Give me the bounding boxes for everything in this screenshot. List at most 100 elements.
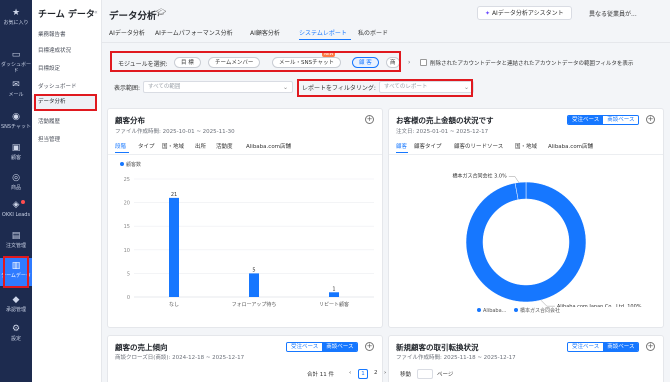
toggle-order-basis[interactable]: 受注ベース — [568, 116, 604, 124]
module-pill-goals[interactable]: 目 標 — [174, 57, 201, 68]
basis-toggle: 受注ベース 商談ベース — [567, 115, 640, 125]
active-tab-indicator — [115, 152, 129, 153]
deleted-accounts-checkbox[interactable] — [420, 59, 427, 66]
ctab-alibaba-store[interactable]: Alibaba.com店舗 — [246, 142, 291, 150]
sidebar-item-data-analysis[interactable]: データ分析 — [32, 95, 96, 109]
card-title: 顧客分布 — [115, 116, 145, 125]
card-subtitle: 商談クローズ日(商談): 2024-12-18 ~ 2025-12-17 — [115, 355, 245, 361]
jump-input[interactable] — [417, 369, 433, 379]
sidebar-item-goal-status[interactable]: 目標達成状況 — [38, 46, 71, 54]
rail-item-products[interactable]: ◎ 商品 — [0, 173, 32, 191]
product-icon: ◎ — [12, 173, 20, 183]
ctab-lead-source[interactable]: 顧客のリードソース — [454, 142, 503, 150]
tab-ai-customer-analysis[interactable]: AI顧客分析 — [250, 28, 280, 37]
bar-value-label: 5 — [252, 267, 255, 273]
graduation-cap-icon[interactable]: 🎓︎ — [156, 8, 166, 17]
message-icon: ▭ — [11, 50, 21, 60]
more-icon[interactable]: + — [646, 115, 655, 124]
y-tick-label: 0 — [127, 295, 130, 301]
page-title: データ分析 — [109, 11, 157, 22]
sidebar-title: チーム データ — [38, 10, 95, 20]
ctab-type[interactable]: タイプ — [138, 142, 155, 150]
bar — [249, 273, 259, 297]
module-pill-team-members[interactable]: チームメンバー — [208, 57, 261, 68]
rail-item-mail[interactable]: ✉ メール — [0, 80, 32, 98]
card-title: お客様の売上金額の状況です — [396, 116, 494, 125]
rail-item-favorites[interactable]: ★ お気に入り — [0, 8, 32, 26]
order-icon: ▤ — [11, 231, 21, 241]
prev-page-icon[interactable]: ‹ — [349, 370, 351, 376]
page-1[interactable]: 1 — [358, 369, 368, 379]
ai-assistant-button[interactable]: ✦ AIデータ分析アシスタント — [477, 6, 572, 20]
rail-item-sns-chat[interactable]: ◉ SNSチャット — [0, 112, 32, 130]
bar-value-label: 21 — [171, 192, 177, 198]
bar — [329, 292, 339, 297]
active-tab-indicator — [299, 39, 351, 40]
scope-select[interactable]: すべての範囲 ⌄ — [143, 81, 293, 93]
donut-legend: Alibaba... 橋本ガス合同会社 — [477, 307, 560, 314]
more-icon[interactable]: + — [365, 342, 374, 351]
tab-my-board[interactable]: 私のボード — [358, 28, 388, 37]
ctab-stage[interactable]: 段階 — [115, 142, 126, 150]
next-page-icon[interactable]: › — [384, 370, 386, 376]
customer-icon: ▣ — [11, 143, 21, 153]
rail-item-okki-leads[interactable]: ◈ OKKI Leads — [0, 200, 32, 218]
ctab-alibaba-store[interactable]: Alibaba.com店舗 — [548, 142, 593, 150]
legend-swatch — [120, 162, 124, 166]
card-subtitle: 注文日: 2025-01-01 ~ 2025-12-17 — [396, 129, 489, 135]
app-rail: ★ お気に入り ▭ ダッシュボード ✉ メール ◉ SNSチャット ▣ 顧客 ◎… — [0, 0, 32, 382]
module-pill-products[interactable]: 商 — [386, 57, 400, 68]
collapse-icon[interactable]: « — [94, 9, 98, 16]
more-icon[interactable]: + — [365, 115, 374, 124]
toggle-deal-basis[interactable]: 商談ベース — [603, 343, 639, 351]
legend-swatch — [514, 308, 519, 312]
ctab-source[interactable]: 出所 — [195, 142, 206, 150]
basis-toggle: 受注ベース 商談ベース — [567, 342, 640, 352]
employee-selector[interactable]: 異なる従業員が... — [589, 9, 637, 18]
filter-bar: モジュールを選択: 目 標 チームメンバー メール・SNSチャット NEW 顧 … — [107, 51, 665, 103]
tab-ai-data-analysis[interactable]: AIデータ分析 — [109, 28, 145, 37]
x-tick-label: なし — [169, 301, 179, 308]
toggle-deal-basis[interactable]: 商談ベース — [322, 343, 358, 351]
sidebar-item-goal-settings[interactable]: 目標設定 — [38, 64, 60, 72]
report-filter-select[interactable]: すべてのレポート ⌄ — [379, 81, 474, 93]
card-title: 新規顧客の取引転換状況 — [396, 343, 479, 352]
divider — [389, 154, 663, 155]
y-tick-label: 5 — [127, 271, 130, 277]
sidebar-item-assignment[interactable]: 担当管理 — [38, 135, 60, 143]
more-icon[interactable]: + — [646, 342, 655, 351]
pagination: 合計 11 件 ‹ 1 2 › 移動 ページ — [307, 369, 467, 380]
ctab-customer[interactable]: 顧客 — [396, 142, 407, 150]
mail-icon: ✉ — [12, 80, 20, 90]
module-pill-mail-sns[interactable]: メール・SNSチャット — [272, 57, 342, 68]
sidebar-item-business-report[interactable]: 業務報告書 — [38, 30, 66, 38]
chevron-down-icon: ⌄ — [463, 84, 469, 91]
tab-system-report[interactable]: システムレポート — [299, 28, 347, 37]
ctab-customer-type[interactable]: 顧客タイプ — [414, 142, 442, 150]
module-pill-customers[interactable]: 顧 客 — [352, 57, 379, 68]
toggle-order-basis[interactable]: 受注ベース — [287, 343, 323, 351]
ctab-region[interactable]: 国・地域 — [162, 142, 184, 150]
chevron-right-icon[interactable]: › — [408, 59, 410, 66]
ctab-region[interactable]: 国・地域 — [515, 142, 537, 150]
slice-value-label: 橋本ガス合同会社 3.0% — [453, 172, 508, 179]
ctab-activity[interactable]: 活動度 — [216, 142, 233, 150]
rail-item-settings[interactable]: ⚙ 設定 — [0, 324, 32, 342]
card-title: 顧客の売上傾向 — [115, 343, 168, 352]
toggle-order-basis[interactable]: 受注ベース — [568, 343, 604, 351]
tab-ai-team-performance[interactable]: AIチームパフォーマンス分析 — [155, 28, 233, 37]
rail-item-team-data[interactable]: ▥ チームデータ — [0, 258, 32, 286]
jump-label: 移動 — [400, 372, 412, 378]
bar-value-label: 1 — [332, 286, 335, 292]
deleted-accounts-label: 削除されたアカウントデータと連結されたアカウントデータの範囲フィルタを表示 — [430, 61, 634, 67]
sidebar-item-activity-history[interactable]: 活動履歴 — [38, 117, 60, 125]
toggle-deal-basis[interactable]: 商談ベース — [603, 116, 639, 124]
page-2[interactable]: 2 — [374, 370, 378, 376]
sidebar-item-dashboard[interactable]: ダッシュボード — [38, 82, 77, 90]
rail-item-approvals[interactable]: ◆ 承認管理 — [0, 295, 32, 313]
card-customer-distribution: 顧客分布 ファイル作成時間: 2025-10-01 ~ 2025-11-30 +… — [107, 108, 383, 328]
card-subtitle: ファイル作成時間: 2025-10-01 ~ 2025-11-30 — [115, 129, 235, 135]
rail-item-orders[interactable]: ▤ 注文管理 — [0, 231, 32, 249]
rail-item-customers[interactable]: ▣ 顧客 — [0, 143, 32, 161]
rail-item-dashboard[interactable]: ▭ ダッシュボード — [0, 50, 32, 74]
